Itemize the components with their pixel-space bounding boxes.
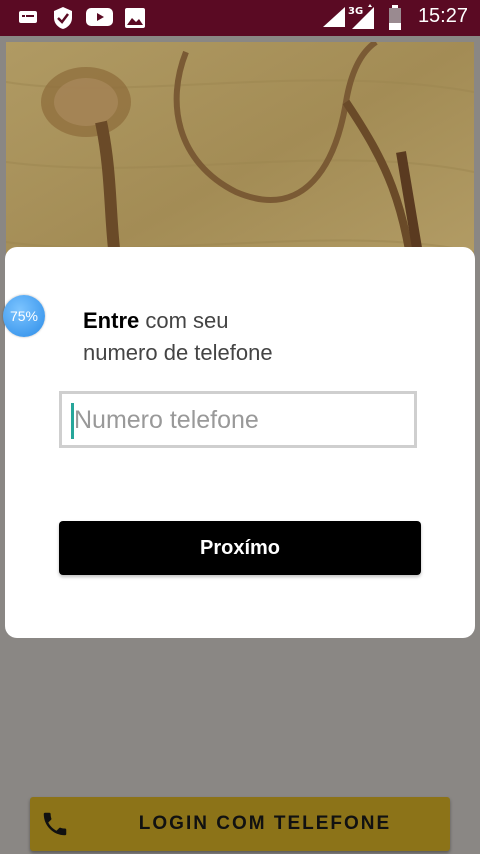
heading-line2: numero de telefone xyxy=(83,340,273,365)
mobile-data-icon: 3G xyxy=(348,3,376,35)
clock: 15:27 xyxy=(417,5,468,27)
phone-number-input[interactable] xyxy=(74,400,404,440)
message-icon xyxy=(18,8,38,32)
svg-text:3G: 3G xyxy=(348,6,363,17)
progress-badge[interactable]: 75% xyxy=(3,295,45,337)
heading-bold: Entre xyxy=(83,308,140,333)
dialog-heading: Entre com seu numero de telefone xyxy=(83,305,343,369)
login-with-phone-button[interactable]: LOGIN COM TELEFONE xyxy=(30,797,450,851)
next-button[interactable]: Proxímo xyxy=(59,521,421,575)
status-bar: 3G 15:27 xyxy=(0,0,480,36)
image-icon xyxy=(124,7,146,33)
phone-number-field[interactable] xyxy=(59,391,417,448)
login-with-phone-label: LOGIN COM TELEFONE xyxy=(138,813,392,834)
signal-icon xyxy=(322,6,346,32)
shield-check-icon xyxy=(52,6,74,34)
youtube-icon xyxy=(86,7,113,31)
heading-rest: com seu xyxy=(145,308,229,333)
phone-login-dialog: Entre com seu numero de telefone Proxímo xyxy=(5,247,475,638)
battery-icon xyxy=(388,5,402,35)
